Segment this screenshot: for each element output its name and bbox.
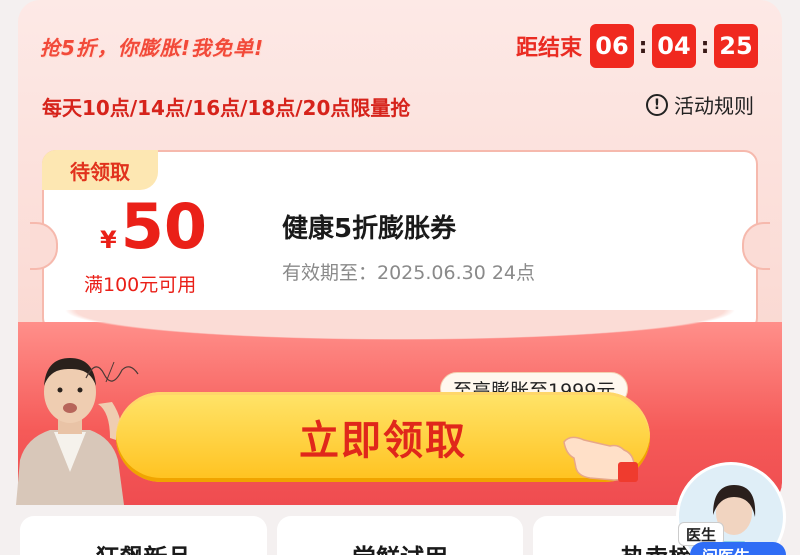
coupon-condition: 满100元可用 [84, 274, 197, 296]
pending-claim-badge: 待领取 [42, 150, 158, 190]
countdown-seconds: 25 [714, 24, 758, 68]
ask-doctor-button[interactable]: 问医生 [690, 542, 786, 555]
info-icon: ! [646, 93, 668, 116]
promo-title: 抢5折，你膨胀!我免单! [40, 36, 265, 60]
coupon-name: 健康5折膨胀券 [282, 214, 457, 244]
activity-rules-label: 活动规则 [674, 94, 754, 118]
countdown-separator: : [700, 33, 710, 59]
countdown-label: 距结束 [515, 36, 582, 61]
pointing-hand-icon [563, 436, 638, 482]
coupon-value: 50 [120, 190, 207, 263]
tab-new-products[interactable]: 狂飙新品 [20, 516, 267, 555]
countdown-timer: 距结束 06 : 04 : 25 [516, 24, 758, 68]
currency-symbol: ¥ [100, 226, 117, 254]
claim-now-label: 立即领取 [299, 418, 467, 464]
signature-mark [85, 361, 139, 383]
coupon-validity: 有效期至：2025.06.30 24点 [282, 262, 536, 284]
category-tabs: 狂飙新品 尝鲜试用 热卖榜 [20, 516, 781, 555]
countdown-minutes: 04 [652, 24, 696, 68]
countdown-hours: 06 [590, 24, 634, 68]
activity-rules-link[interactable]: ! 活动规则 [646, 90, 754, 119]
coupon-card[interactable]: 待领取 ¥ 50 满100元可用 健康5折膨胀券 有效期至：2025.06.30… [30, 150, 770, 332]
coupon-amount: ¥ 50 [100, 196, 207, 258]
countdown-separator: : [638, 33, 648, 59]
tab-trial[interactable]: 尝鲜试用 [276, 516, 524, 555]
flash-sale-schedule: 每天10点/14点/16点/18点/20点限量抢 [42, 96, 411, 120]
